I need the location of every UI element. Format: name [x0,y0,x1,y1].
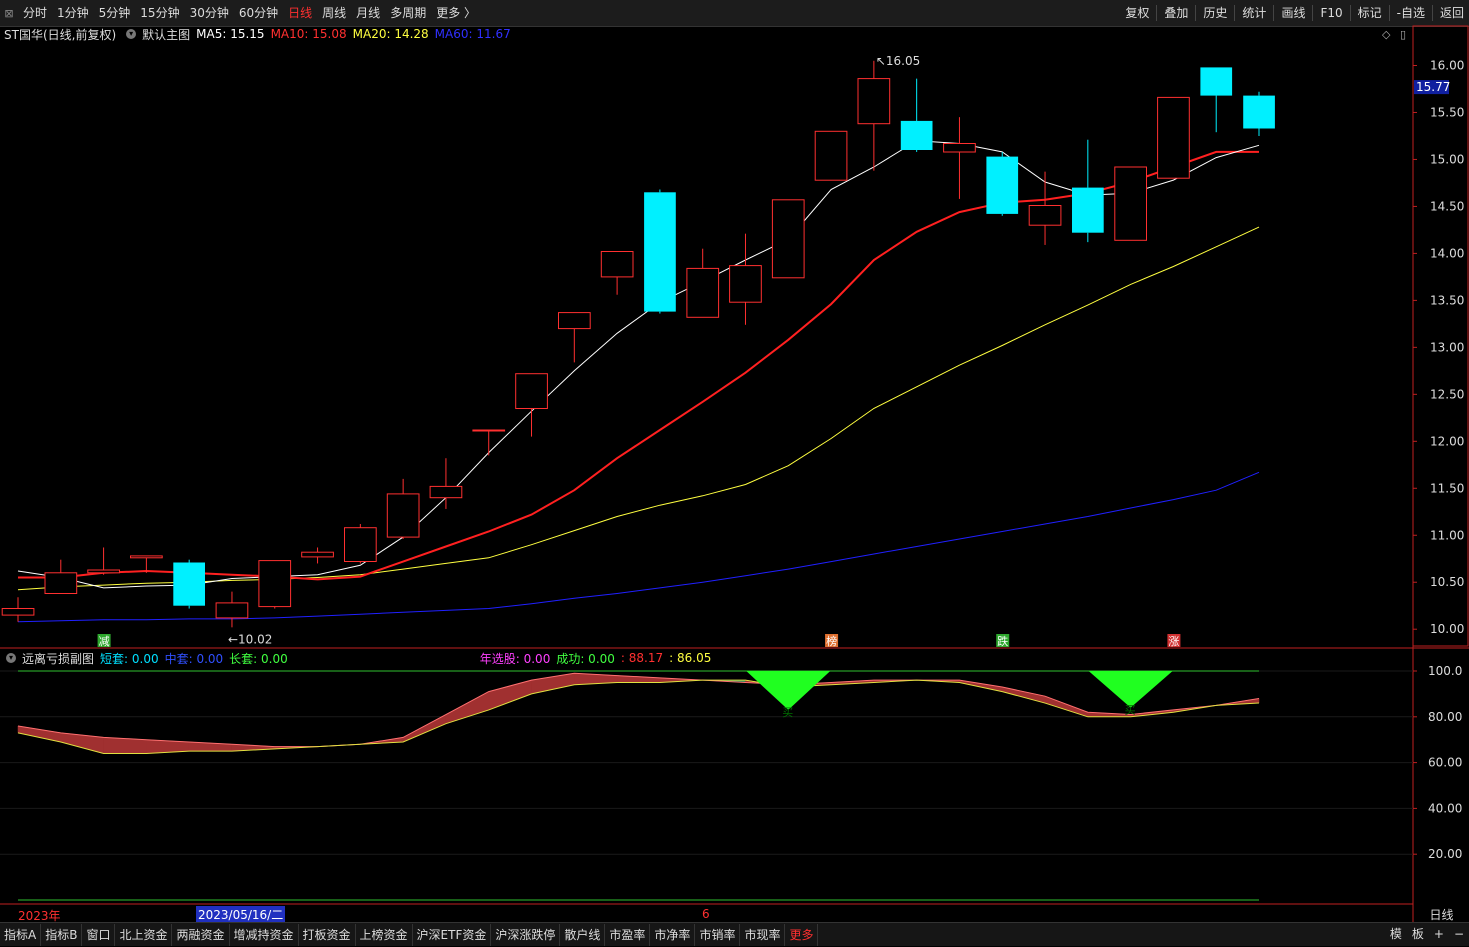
candle-body-up[interactable] [814,130,848,181]
price-tick-label: 11.50 [1430,481,1464,495]
sub-tick-label: 40.00 [1428,801,1462,815]
low-annotation: ←10.02 [228,632,272,646]
kline-chart[interactable]: 16.00 15.50 15.00 14.50 14.00 13.50 13.00 12.50… [0,0,1469,945]
price-tick-label: 14.50 [1430,199,1464,213]
indicator-tab-12[interactable]: 市净率 [650,923,696,946]
candle-body-up[interactable] [515,373,548,410]
sub-tick-label: 100.0 [1428,664,1462,678]
candle-body-up[interactable] [87,569,121,574]
signal-label: 榜 [826,634,837,648]
indicator-tabs: 指标A 指标B 窗口 北上资金 两融资金 增减持资金 打板资金 上榜资金 沪深ETF资金 沪深涨跌… [0,923,819,946]
bottom-right-controls: 模板 + − [1385,923,1469,945]
indicator-tab-2[interactable]: 窗口 [82,923,116,946]
signal-label: 涨 [1168,635,1179,648]
candle-body-up[interactable] [857,78,891,125]
sub-tick-label: 60.00 [1428,756,1462,770]
candle-body-down[interactable] [173,562,205,606]
bottom-control-1[interactable]: 板 [1407,921,1429,947]
candle-body-down[interactable] [1243,95,1275,129]
candle-body-up[interactable] [44,572,78,594]
candle-body-down[interactable] [1072,187,1104,233]
candle-body-down[interactable] [644,192,676,312]
candle-body-up[interactable] [771,199,805,279]
indicator-tab-0[interactable]: 指标A [0,923,42,946]
bottom-control-2[interactable]: + [1429,921,1449,947]
indicator-tab-5[interactable]: 增减持资金 [230,923,299,946]
candle-body-down[interactable] [986,156,1019,214]
indicator-tab-11[interactable]: 市盈率 [605,923,651,946]
price-tick-label: 11.00 [1430,528,1464,542]
current-price-label: 15.77 [1416,80,1450,94]
diamond-icon[interactable]: ◇ [1382,28,1391,41]
buy-label: 买 [1125,704,1136,717]
buy-signal-triangle [1088,671,1173,708]
indicator-tab-10[interactable]: 散户线 [560,923,606,946]
indicator-tab-1[interactable]: 指标B [41,923,83,946]
candle-body-up[interactable] [729,265,762,303]
sub-band-segment [60,732,104,754]
price-tick-label: 10.00 [1430,622,1464,636]
panel-icon[interactable]: ▯ [1400,28,1406,41]
candle-body-up[interactable] [943,143,976,153]
candle-body-up[interactable] [1,608,35,616]
candle-body-up[interactable] [1028,205,1062,226]
price-tick-label: 14.00 [1430,246,1464,260]
candle-body-down[interactable] [900,120,933,150]
candle-body-up[interactable] [686,267,720,318]
candle-body-up[interactable] [1157,96,1190,179]
indicator-tab-14[interactable]: 市现率 [740,923,786,946]
indicator-tab-6[interactable]: 打板资金 [299,923,356,946]
candle-body-down[interactable] [1200,67,1233,96]
price-tick-label: 13.50 [1430,293,1464,307]
candle-body-up[interactable] [558,312,591,330]
price-tick-label: 16.00 [1430,58,1464,72]
candle-body-up[interactable] [215,602,249,619]
ma20-line [17,226,1260,591]
bottom-tabs: 指标A 指标B 窗口 北上资金 两融资金 增减持资金 打板资金 上榜资金 沪深ETF资金 沪深涨跌… [0,922,1469,946]
signal-label: 减 [99,635,110,648]
candle-body-up[interactable] [344,527,377,563]
price-tick-label: 12.50 [1430,387,1464,401]
price-tick-label: 13.00 [1430,340,1464,354]
date-month: 6 [702,907,710,921]
sub-band-segment [445,691,489,725]
candle-body-up[interactable] [386,493,420,538]
sub-tick-label: 80.00 [1428,710,1462,724]
indicator-tab-9[interactable]: 沪深涨跌停 [491,923,561,946]
candle-body-up[interactable] [472,429,506,432]
price-tick-label: 10.50 [1430,575,1464,589]
candle-body-up[interactable] [130,555,163,559]
bottom-control-3[interactable]: − [1449,921,1469,947]
sub-band-segment [1044,695,1089,718]
indicator-tab-4[interactable]: 两融资金 [172,923,230,946]
period-label: 日线 [1429,908,1454,922]
buy-label: 买 [782,706,793,719]
signal-label: 跌 [997,634,1008,648]
price-tick-label: 12.00 [1430,434,1464,448]
sub-band-segment [402,714,447,743]
candle-body-up[interactable] [301,551,334,558]
indicator-tab-13[interactable]: 市销率 [695,923,741,946]
high-annotation: ↖16.05 [876,54,920,68]
sub-band-segment [488,679,532,711]
date-selected: 2023/05/16/二 [196,906,286,923]
bottom-control-0[interactable]: 模 [1385,921,1407,947]
price-tick-label: 15.00 [1430,152,1464,166]
indicator-tab-15[interactable]: 更多 [785,923,819,946]
candle-body-up[interactable] [258,560,292,608]
indicator-tab-7[interactable]: 上榜资金 [356,923,413,946]
date-bar: 2023年 2023/05/16/二 6 [0,906,1412,923]
indicator-tab-8[interactable]: 沪深ETF资金 [413,923,492,946]
candle-body-up[interactable] [1114,166,1148,241]
indicator-tab-3[interactable]: 北上资金 [115,923,173,946]
candle-body-up[interactable] [429,485,463,499]
candle-body-up[interactable] [600,251,634,278]
price-tick-label: 15.50 [1430,105,1464,119]
buy-signal-triangle [746,671,831,710]
sub-tick-label: 20.00 [1428,847,1462,861]
